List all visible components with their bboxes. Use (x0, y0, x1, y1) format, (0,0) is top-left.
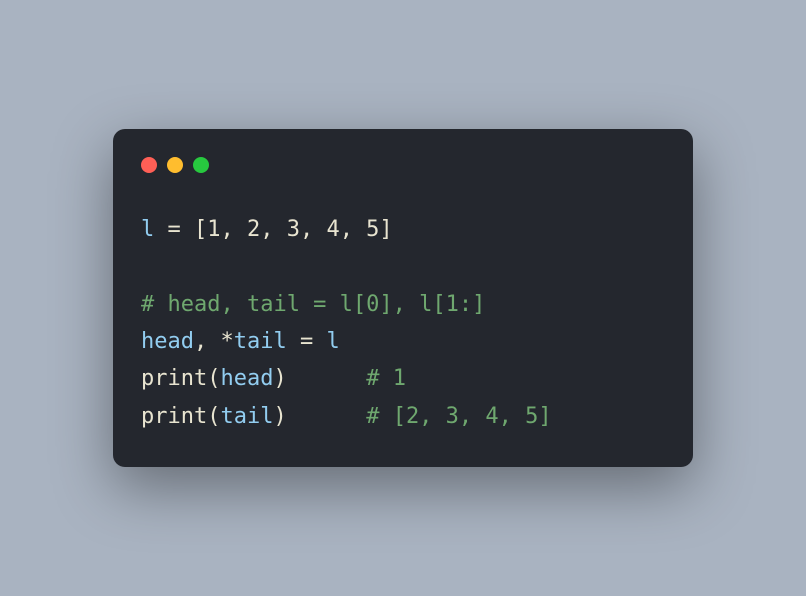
comment-line: # head, tail = l[0], l[1:] (141, 292, 485, 317)
arg-tail: tail (220, 404, 273, 429)
print-call: print (141, 404, 207, 429)
minimize-icon[interactable] (167, 157, 183, 173)
code-block: l = [1, 2, 3, 4, 5] # head, tail = l[0],… (141, 211, 665, 435)
paren-open: ( (207, 404, 220, 429)
variable-l: l (141, 217, 154, 242)
padding (287, 366, 366, 391)
star-op: * (220, 329, 233, 354)
paren-close: ) (273, 404, 286, 429)
print-call: print (141, 366, 207, 391)
padding (287, 404, 366, 429)
comment-result: # [2, 3, 4, 5] (366, 404, 551, 429)
list-literal: [1, 2, 3, 4, 5] (194, 217, 393, 242)
paren-open: ( (207, 366, 220, 391)
assign-op: = (287, 329, 327, 354)
assign-op: = (154, 217, 194, 242)
maximize-icon[interactable] (193, 157, 209, 173)
comma: , (194, 329, 221, 354)
paren-close: ) (273, 366, 286, 391)
variable-tail: tail (234, 329, 287, 354)
variable-head: head (141, 329, 194, 354)
traffic-lights (141, 157, 665, 173)
comment-result: # 1 (366, 366, 406, 391)
close-icon[interactable] (141, 157, 157, 173)
code-window: l = [1, 2, 3, 4, 5] # head, tail = l[0],… (113, 129, 693, 467)
variable-l-ref: l (326, 329, 339, 354)
arg-head: head (220, 366, 273, 391)
